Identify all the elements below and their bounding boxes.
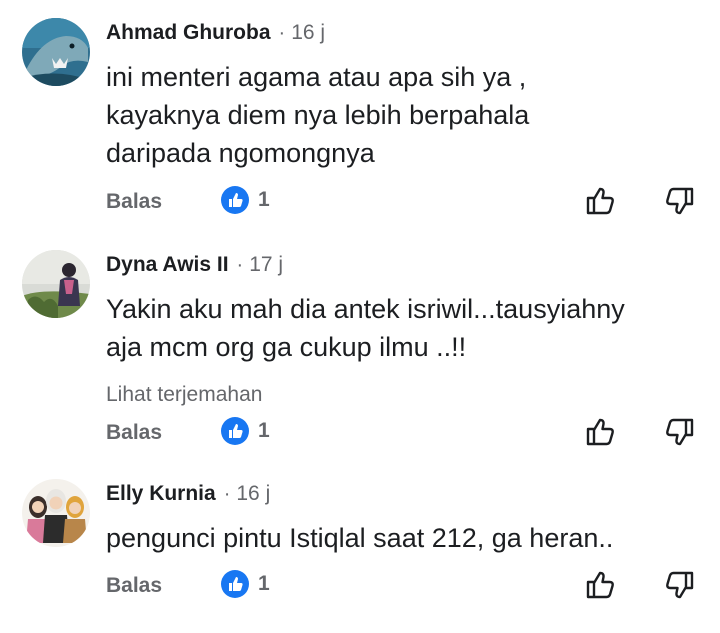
comment-actions: Balas 1 xyxy=(0,186,720,220)
like-button[interactable] xyxy=(584,568,618,602)
author-name[interactable]: Dyna Awis II xyxy=(106,253,229,277)
comment-header: Elly Kurnia · 16 j xyxy=(106,479,270,509)
comment-text: Yakin aku mah dia antek isriwil...tausyi… xyxy=(106,290,625,366)
comment-actions: Balas 1 xyxy=(0,417,720,451)
avatar[interactable] xyxy=(22,479,90,547)
comment-actions: Balas 1 xyxy=(0,570,720,604)
comment-text-line: Yakin aku mah dia antek isriwil...tausyi… xyxy=(106,294,625,324)
see-translation-link[interactable]: Lihat terjemahan xyxy=(106,383,262,407)
thumbs-up-icon xyxy=(586,418,614,446)
timestamp[interactable]: 16 j xyxy=(291,21,325,45)
comment-header: Ahmad Ghuroba · 16 j xyxy=(106,18,325,48)
thumbs-down-icon xyxy=(666,418,694,446)
person-photo-avatar-icon xyxy=(22,250,90,318)
like-badge-icon xyxy=(221,570,249,598)
like-button[interactable] xyxy=(584,415,618,449)
like-summary[interactable]: 1 xyxy=(221,186,270,214)
comment-text-line: daripada ngomongnya xyxy=(106,138,375,168)
comment-text: ini menteri agama atau apa sih ya , kaya… xyxy=(106,58,529,172)
comment-text-line: ini menteri agama atau apa sih ya , xyxy=(106,62,527,92)
like-badge-icon xyxy=(221,186,249,214)
hijab-cartoon-avatar-icon xyxy=(22,479,90,547)
thumbs-up-icon xyxy=(586,571,614,599)
separator-dot: · xyxy=(236,253,244,276)
like-count: 1 xyxy=(258,572,270,595)
avatar[interactable] xyxy=(22,18,90,86)
reply-button[interactable]: Balas xyxy=(106,574,162,598)
comment-text-line: pengunci pintu Istiqlal saat 212, ga her… xyxy=(106,523,614,553)
comment-text-line: aja mcm org ga cukup ilmu ..!! xyxy=(106,332,467,362)
separator-dot: · xyxy=(223,482,231,505)
comment-text: pengunci pintu Istiqlal saat 212, ga her… xyxy=(106,519,613,557)
like-summary[interactable]: 1 xyxy=(221,417,270,445)
dislike-button[interactable] xyxy=(662,415,696,449)
timestamp[interactable]: 16 j xyxy=(236,482,270,506)
dislike-button[interactable] xyxy=(662,568,696,602)
like-count: 1 xyxy=(258,419,270,442)
avatar[interactable] xyxy=(22,250,90,318)
separator-dot: · xyxy=(278,21,286,44)
timestamp[interactable]: 17 j xyxy=(249,253,283,277)
comment-header: Dyna Awis II · 17 j xyxy=(106,250,283,280)
author-name[interactable]: Ahmad Ghuroba xyxy=(106,21,271,45)
reply-button[interactable]: Balas xyxy=(106,190,162,214)
like-button[interactable] xyxy=(584,184,618,218)
dislike-button[interactable] xyxy=(662,184,696,218)
thumbs-down-icon xyxy=(666,571,694,599)
reply-button[interactable]: Balas xyxy=(106,421,162,445)
thumbs-up-icon xyxy=(586,187,614,215)
shark-avatar-icon xyxy=(22,18,90,86)
like-badge-icon xyxy=(221,417,249,445)
author-name[interactable]: Elly Kurnia xyxy=(106,482,216,506)
like-summary[interactable]: 1 xyxy=(221,570,270,598)
comment-text-line: kayaknya diem nya lebih berpahala xyxy=(106,100,530,130)
thumbs-down-icon xyxy=(666,187,694,215)
like-count: 1 xyxy=(258,188,270,211)
